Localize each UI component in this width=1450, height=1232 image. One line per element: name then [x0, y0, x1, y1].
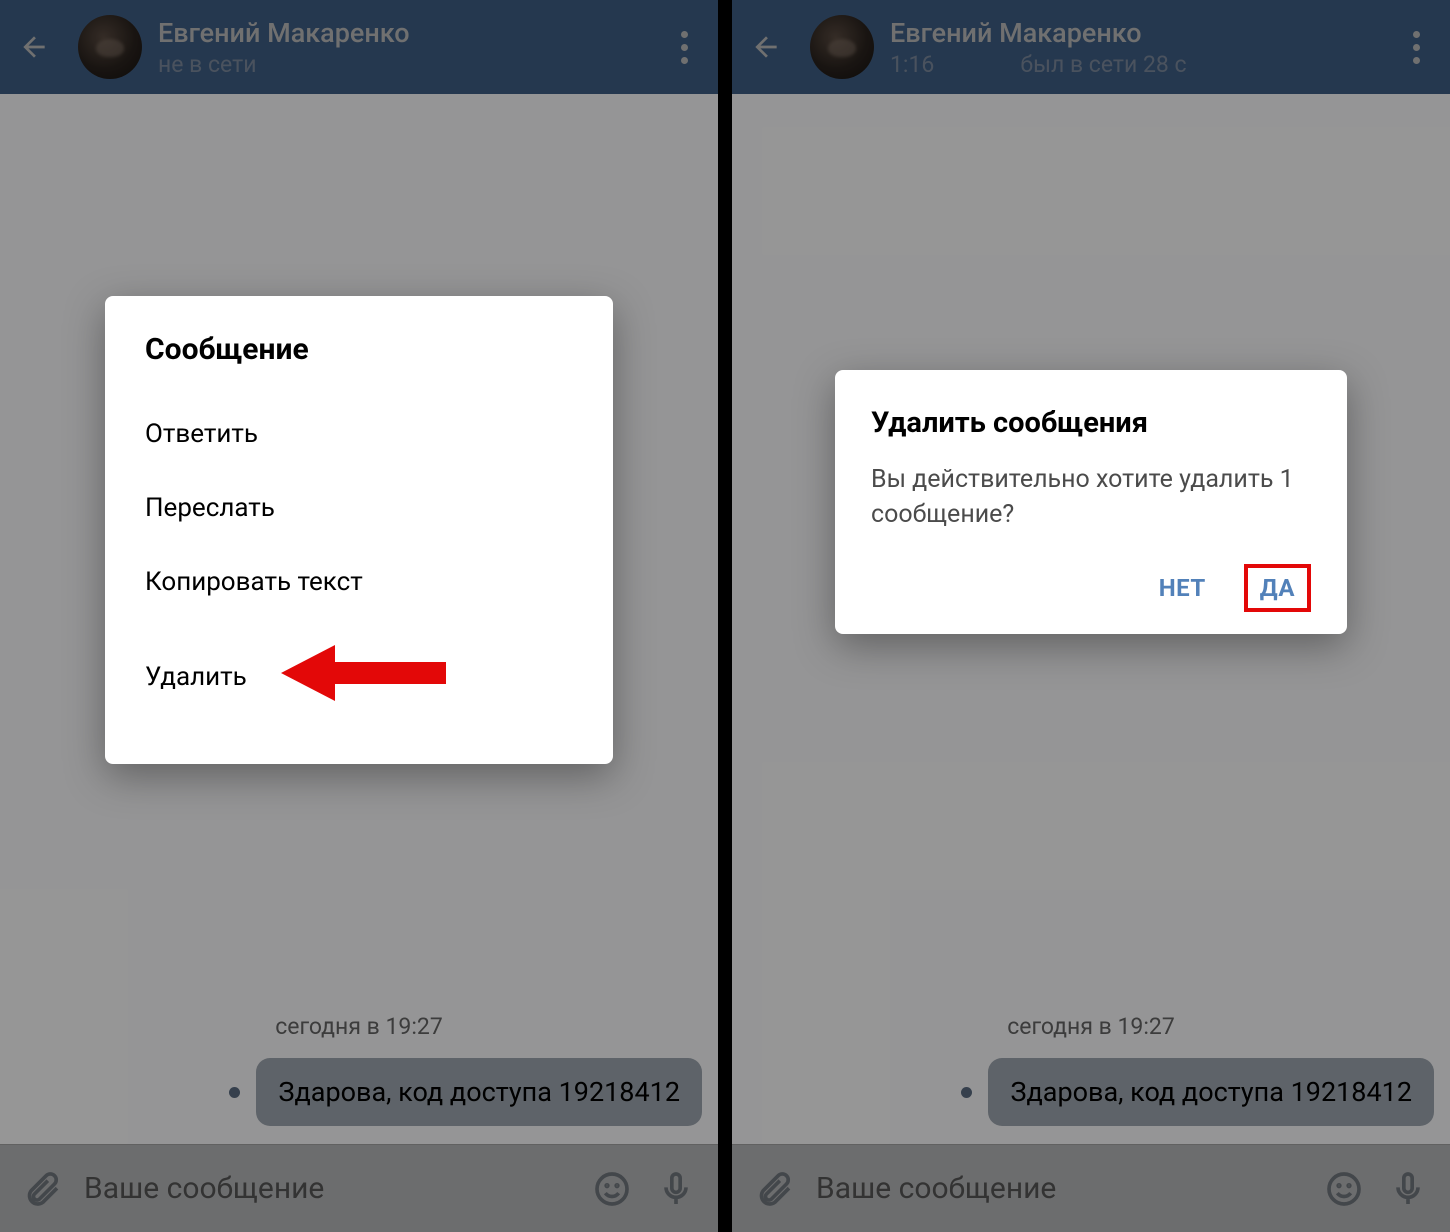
menu-item-delete[interactable]: Удалить — [145, 619, 573, 734]
yes-button[interactable]: ДА — [1244, 564, 1311, 612]
annotation-arrow — [281, 641, 446, 712]
message-context-menu: Сообщение Ответить Переслать Копировать … — [105, 296, 613, 764]
menu-item-reply[interactable]: Ответить — [145, 397, 573, 471]
dialog-body: Вы действительно хотите удалить 1 сообще… — [871, 462, 1311, 532]
dialog-title: Удалить сообщения — [871, 406, 1311, 440]
pane-divider — [718, 0, 732, 1232]
delete-confirm-dialog: Удалить сообщения Вы действительно хотит… — [835, 370, 1347, 634]
modal-overlay[interactable]: Сообщение Ответить Переслать Копировать … — [0, 0, 718, 1232]
dialog-title: Сообщение — [145, 332, 573, 367]
menu-item-copy[interactable]: Копировать текст — [145, 545, 573, 619]
menu-item-forward[interactable]: Переслать — [145, 471, 573, 545]
right-pane: Евгений Макаренко 1:16 был в сети 28 с с… — [732, 0, 1450, 1232]
dialog-actions: НЕТ ДА — [871, 564, 1311, 612]
left-pane: Евгений Макаренко не в сети сегодня в 19… — [0, 0, 718, 1232]
red-arrow-icon — [281, 641, 446, 705]
menu-item-label: Удалить — [145, 662, 247, 692]
modal-overlay[interactable]: Удалить сообщения Вы действительно хотит… — [732, 0, 1450, 1232]
no-button[interactable]: НЕТ — [1141, 564, 1224, 612]
